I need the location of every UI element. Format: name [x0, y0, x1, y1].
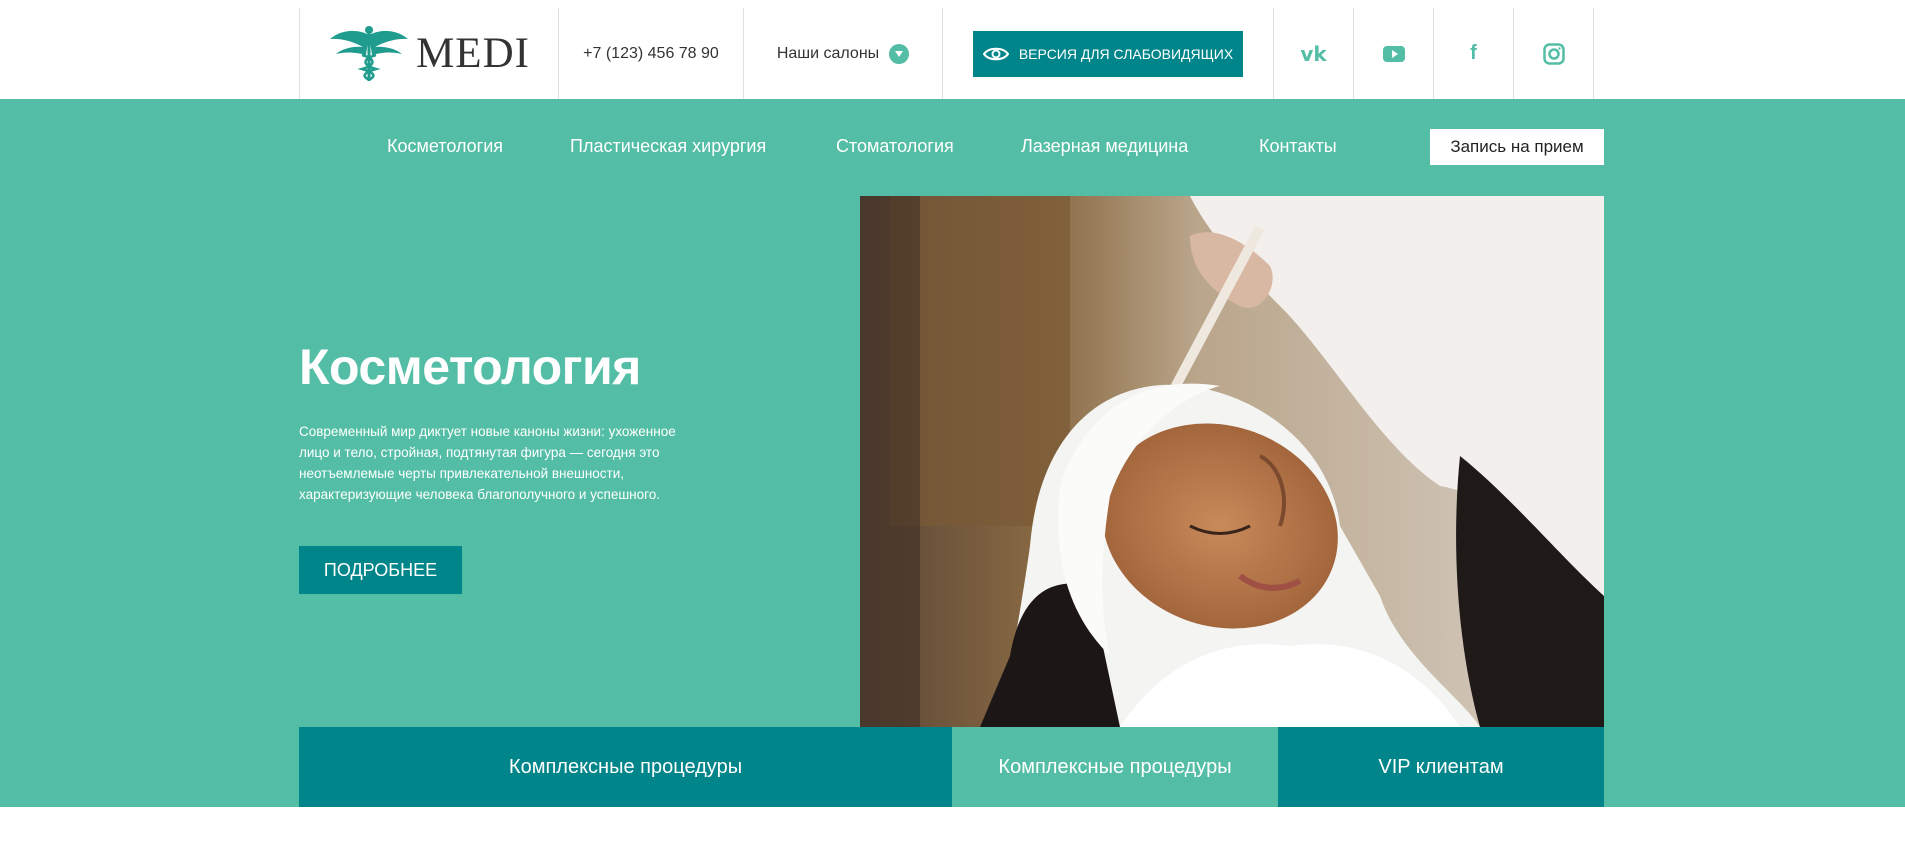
hero-description: Современный мир диктует новые каноны жиз… — [299, 424, 676, 502]
social-instagram[interactable] — [1513, 8, 1593, 99]
site-header: MEDI +7 (123) 456 78 90 Наши салоны ВЕРС… — [0, 8, 1905, 99]
service-tabs: Комплексные процедуры Комплексные процед… — [299, 727, 1604, 807]
phone-number[interactable]: +7 (123) 456 78 90 — [558, 8, 743, 99]
social-vk[interactable]: vk — [1273, 8, 1353, 99]
hero-title: Косметология — [299, 339, 641, 395]
nav-item-contacts[interactable]: Контакты — [1259, 129, 1337, 163]
nav-item-dentistry[interactable]: Стоматология — [836, 129, 954, 163]
book-appointment-button[interactable]: Запись на прием — [1430, 129, 1604, 165]
more-button[interactable]: ПОДРОБНЕЕ — [299, 546, 462, 594]
caduceus-icon — [330, 25, 409, 81]
nav-link[interactable]: Стоматология — [836, 136, 954, 157]
tab-vip-clients[interactable]: VIP клиентам — [1278, 727, 1604, 807]
salons-dropdown[interactable]: Наши салоны — [743, 8, 942, 99]
tab-complex-procedures[interactable]: Комплексные процедуры — [299, 727, 952, 807]
vk-icon: vk — [1300, 41, 1327, 66]
accessibility-label: ВЕРСИЯ ДЛЯ СЛАБОВИДЯЩИХ — [1018, 45, 1234, 62]
nav-link[interactable]: Лазерная медицина — [1021, 136, 1188, 157]
header-divider — [1593, 8, 1594, 99]
phone-text: +7 (123) 456 78 90 — [583, 44, 719, 62]
youtube-icon — [1382, 45, 1405, 62]
nav-link[interactable]: Контакты — [1259, 136, 1337, 157]
social-facebook[interactable]: f — [1433, 8, 1513, 99]
hero-section: Косметология Пластическая хирургия Стома… — [0, 99, 1905, 807]
accessibility-button[interactable]: ВЕРСИЯ ДЛЯ СЛАБОВИДЯЩИХ — [973, 30, 1243, 77]
tab-complex-procedures-2[interactable]: Комплексные процедуры — [952, 727, 1278, 807]
chevron-down-icon — [889, 43, 910, 64]
facebook-icon: f — [1470, 42, 1477, 64]
nav-item-laser-medicine[interactable]: Лазерная медицина — [1021, 129, 1188, 163]
instagram-icon — [1542, 42, 1565, 65]
logo-text: MEDI — [416, 30, 530, 77]
nav-link[interactable]: Косметология — [387, 136, 503, 157]
accessibility-cell: ВЕРСИЯ ДЛЯ СЛАБОВИДЯЩИХ — [942, 8, 1273, 99]
eye-icon — [982, 47, 1009, 60]
nav-item-plastic-surgery[interactable]: Пластическая хирургия — [570, 129, 766, 163]
nav-item-cosmetology[interactable]: Косметология — [387, 129, 503, 163]
social-youtube[interactable] — [1353, 8, 1433, 99]
nav-link[interactable]: Пластическая хирургия — [570, 136, 766, 157]
salons-label: Наши салоны — [776, 44, 880, 62]
logo[interactable]: MEDI — [299, 8, 558, 99]
hero-photo — [860, 196, 1604, 727]
